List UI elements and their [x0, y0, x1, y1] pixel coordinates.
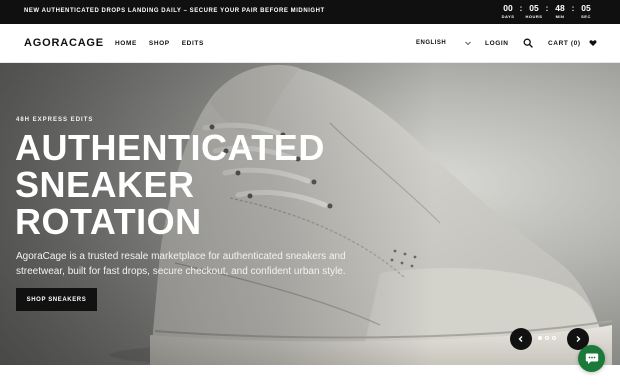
slider-pagination — [538, 336, 556, 340]
countdown-timer: 00 DAYS : 05 HOURS : 48 MIN : 05 SEC — [498, 3, 596, 21]
countdown-seconds-label: SEC — [581, 14, 591, 19]
cart-link[interactable]: CART (0) — [548, 40, 581, 47]
slider-dot[interactable] — [552, 336, 556, 340]
chevron-down-icon — [465, 41, 471, 46]
countdown-minutes-label: MIN — [555, 14, 565, 19]
shop-sneakers-button[interactable]: SHOP SNEAKERS — [16, 288, 97, 311]
countdown-hours-label: HOURS — [525, 14, 543, 19]
hero-eyebrow: 48H EXPRESS EDITS — [16, 117, 94, 123]
hero-headline-line: AUTHENTICATED — [15, 127, 325, 168]
nav-shop[interactable]: SHOP — [149, 40, 170, 47]
countdown-minutes: 48 MIN — [550, 3, 570, 20]
site-logo[interactable]: AGORACAGE — [24, 37, 104, 49]
chevron-right-icon — [576, 336, 581, 342]
chat-launcher-button[interactable] — [578, 345, 605, 372]
slider-prev-button[interactable] — [510, 328, 532, 350]
site-header: AGORACAGE HOME SHOP EDITS ENGLISH LOGIN … — [0, 24, 620, 63]
countdown-days: 00 DAYS — [498, 3, 518, 20]
hero-headline-line: SNEAKER — [15, 164, 195, 205]
chevron-left-icon — [518, 336, 523, 342]
main-nav: HOME SHOP EDITS — [115, 40, 204, 47]
countdown-days-label: DAYS — [501, 14, 515, 19]
language-label: ENGLISH — [416, 40, 447, 46]
hero-headline-line: ROTATION — [15, 201, 202, 242]
announcement-text: NEW AUTHENTICATED DROPS LANDING DAILY – … — [24, 8, 325, 14]
slider-dot[interactable] — [538, 336, 542, 340]
hero-headline: AUTHENTICATED SNEAKER ROTATION — [15, 129, 375, 240]
heart-icon[interactable] — [589, 39, 597, 47]
slider-dot[interactable] — [545, 336, 549, 340]
language-selector[interactable]: ENGLISH — [416, 40, 472, 50]
countdown-minutes-value: 48 — [555, 3, 565, 13]
announcement-bar: NEW AUTHENTICATED DROPS LANDING DAILY – … — [0, 0, 620, 24]
search-icon[interactable] — [523, 38, 533, 48]
hero-banner: 48H EXPRESS EDITS AUTHENTICATED SNEAKER … — [0, 63, 620, 365]
countdown-hours: 05 HOURS — [524, 3, 544, 20]
countdown-seconds-value: 05 — [581, 3, 591, 13]
countdown-hours-value: 05 — [529, 3, 539, 13]
countdown-seconds: 05 SEC — [576, 3, 596, 20]
hero-description: AgoraCage is a trusted resale marketplac… — [16, 251, 346, 277]
login-link[interactable]: LOGIN — [485, 40, 509, 47]
nav-home[interactable]: HOME — [115, 40, 137, 47]
chat-bubble-icon — [585, 353, 598, 364]
nav-edits[interactable]: EDITS — [182, 40, 204, 47]
countdown-days-value: 00 — [503, 3, 513, 13]
